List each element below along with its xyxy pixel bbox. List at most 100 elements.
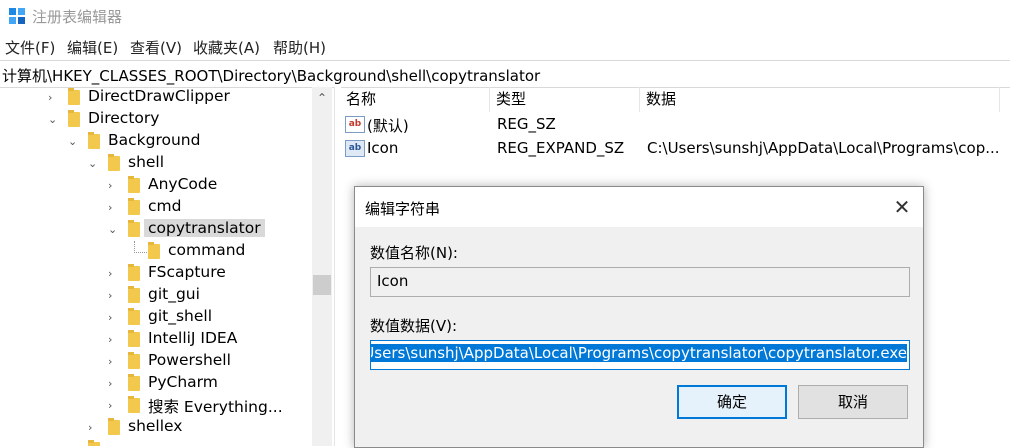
address-path[interactable]: 计算机\HKEY_CLASSES_ROOT\Directory\Backgrou… <box>2 65 540 86</box>
tree-item-copytranslator[interactable]: ⌄ copytranslator <box>0 219 312 241</box>
column-header-type[interactable]: 类型 <box>490 87 640 112</box>
registry-editor-icon <box>9 8 25 24</box>
folder-icon <box>128 396 140 413</box>
folder-icon <box>68 110 80 127</box>
tree-item-label: FScapture <box>148 263 226 281</box>
chevron-right-icon[interactable]: › <box>108 290 118 301</box>
scroll-up-icon[interactable]: ⌃ <box>312 88 332 108</box>
ok-button[interactable]: 确定 <box>677 385 787 419</box>
chevron-right-icon[interactable]: › <box>48 92 58 103</box>
value-data-label: 数值数据(V): <box>370 317 458 335</box>
tree-item-powershell[interactable]: › Powershell <box>0 351 312 373</box>
tree-item-label: Powershell <box>148 351 231 369</box>
column-header-name[interactable]: 名称 <box>340 87 490 112</box>
value-name-label: 数值名称(N): <box>370 244 458 262</box>
folder-icon <box>128 308 140 325</box>
tree-item-fscapture[interactable]: › FScapture <box>0 263 312 285</box>
chevron-right-icon[interactable]: › <box>108 400 118 411</box>
value-data: C:\Users\sunshj\AppData\Local\Programs\c… <box>647 139 1000 157</box>
tree-item-pycharm[interactable]: › PyCharm <box>0 373 312 395</box>
column-header-data[interactable]: 数据 <box>640 87 1000 112</box>
folder-icon <box>148 242 160 259</box>
value-type: REG_EXPAND_SZ <box>497 139 625 157</box>
registry-tree[interactable]: › DirectDrawClipper ⌄ Directory ⌄ Backgr… <box>0 87 312 446</box>
folder-icon <box>128 198 140 215</box>
tree-item-everything[interactable]: › 搜索 Everything... <box>0 395 312 417</box>
folder-icon <box>128 330 140 347</box>
tree-item-label: DirectDrawClipper <box>88 87 230 105</box>
folder-icon <box>68 88 80 105</box>
tree-item-label: Background <box>108 131 201 149</box>
folder-icon <box>128 220 140 237</box>
folder-icon <box>88 440 100 446</box>
chevron-down-icon[interactable]: ⌄ <box>48 114 58 125</box>
list-row-default[interactable]: ab (默认) REG_SZ <box>340 113 1010 137</box>
chevron-right-icon[interactable]: › <box>108 180 118 191</box>
tree-item-label: cmd <box>148 197 182 215</box>
expand-string-value-icon: ab <box>345 140 365 157</box>
title-bar <box>0 0 1010 32</box>
tree-item-shell[interactable]: ⌄ shell <box>0 153 312 175</box>
tree-item-label: git_gui <box>148 285 200 303</box>
folder-icon <box>128 352 140 369</box>
tree-item-label: Directory <box>88 109 160 127</box>
menu-edit[interactable]: 编辑(E) <box>67 37 118 58</box>
chevron-right-icon[interactable]: › <box>108 268 118 279</box>
chevron-right-icon[interactable]: › <box>108 334 118 345</box>
value-data-input[interactable]: C:\Users\sunshj\AppData\Local\Programs\c… <box>370 340 910 370</box>
tree-item-anycode[interactable]: › AnyCode <box>0 175 312 197</box>
chevron-down-icon[interactable]: ⌄ <box>88 158 98 169</box>
tree-item-label: IntelliJ IDEA <box>148 329 238 347</box>
chevron-right-icon[interactable]: › <box>108 202 118 213</box>
tree-item-cmd[interactable]: › cmd <box>0 197 312 219</box>
cancel-button[interactable]: 取消 <box>798 385 908 419</box>
tree-item-intellij-idea[interactable]: › IntelliJ IDEA <box>0 329 312 351</box>
menu-view[interactable]: 查看(V) <box>130 37 182 58</box>
tree-item-label: shell <box>128 153 165 171</box>
chevron-down-icon[interactable]: ⌄ <box>108 224 118 235</box>
menu-bar: 文件(F) 编辑(E) 查看(V) 收藏夹(A) 帮助(H) <box>0 35 1010 59</box>
tree-item-git-shell[interactable]: › git_shell <box>0 307 312 329</box>
value-data-selection: C:\Users\sunshj\AppData\Local\Programs\c… <box>371 344 907 362</box>
tree-item-command[interactable]: command <box>0 241 312 263</box>
dialog-title: 编辑字符串 <box>365 200 441 218</box>
tree-scrollbar[interactable] <box>312 87 332 446</box>
list-row-icon[interactable]: ab Icon REG_EXPAND_SZ C:\Users\sunshj\Ap… <box>340 137 1010 161</box>
tree-item-label: shellex <box>128 417 183 435</box>
tree-item-background[interactable]: ⌄ Background <box>0 131 312 153</box>
tree-item-partial[interactable] <box>0 439 312 446</box>
folder-icon <box>128 176 140 193</box>
chevron-right-icon[interactable]: › <box>108 378 118 389</box>
folder-icon <box>128 374 140 391</box>
scroll-thumb[interactable] <box>313 275 331 295</box>
close-icon[interactable]: ✕ <box>889 194 915 220</box>
tree-item-label: command <box>168 241 246 259</box>
chevron-right-icon[interactable]: › <box>88 422 98 433</box>
value-name: Icon <box>367 139 399 157</box>
tree-item-shellex[interactable]: › shellex <box>0 417 312 439</box>
window-title: 注册表编辑器 <box>32 8 123 26</box>
value-name: (默认) <box>367 117 409 135</box>
address-bar[interactable]: 计算机\HKEY_CLASSES_ROOT\Directory\Backgrou… <box>0 60 1010 88</box>
menu-file[interactable]: 文件(F) <box>5 37 55 58</box>
tree-item-directory[interactable]: ⌄ Directory <box>0 109 312 131</box>
menu-help[interactable]: 帮助(H) <box>273 37 326 58</box>
tree-item-label: PyCharm <box>148 373 218 391</box>
menu-favorites[interactable]: 收藏夹(A) <box>193 37 260 58</box>
string-value-icon: ab <box>345 116 365 133</box>
value-type: REG_SZ <box>497 115 556 133</box>
tree-item-directdrawclipper[interactable]: › DirectDrawClipper <box>0 87 312 109</box>
tree-item-label: 搜索 Everything... <box>148 398 283 416</box>
value-name-field: Icon <box>370 267 910 297</box>
chevron-right-icon[interactable]: › <box>108 356 118 367</box>
folder-icon <box>108 418 120 435</box>
dialog-title-bar <box>355 187 923 227</box>
folder-icon <box>128 286 140 303</box>
folder-icon <box>128 264 140 281</box>
edit-string-dialog: 编辑字符串 ✕ 数值名称(N): Icon 数值数据(V): C:\Users\… <box>354 186 924 448</box>
tree-item-git-gui[interactable]: › git_gui <box>0 285 312 307</box>
chevron-down-icon[interactable]: ⌄ <box>68 136 78 147</box>
tree-item-label: AnyCode <box>148 175 218 193</box>
chevron-right-icon[interactable]: › <box>108 312 118 323</box>
folder-icon <box>88 132 100 149</box>
